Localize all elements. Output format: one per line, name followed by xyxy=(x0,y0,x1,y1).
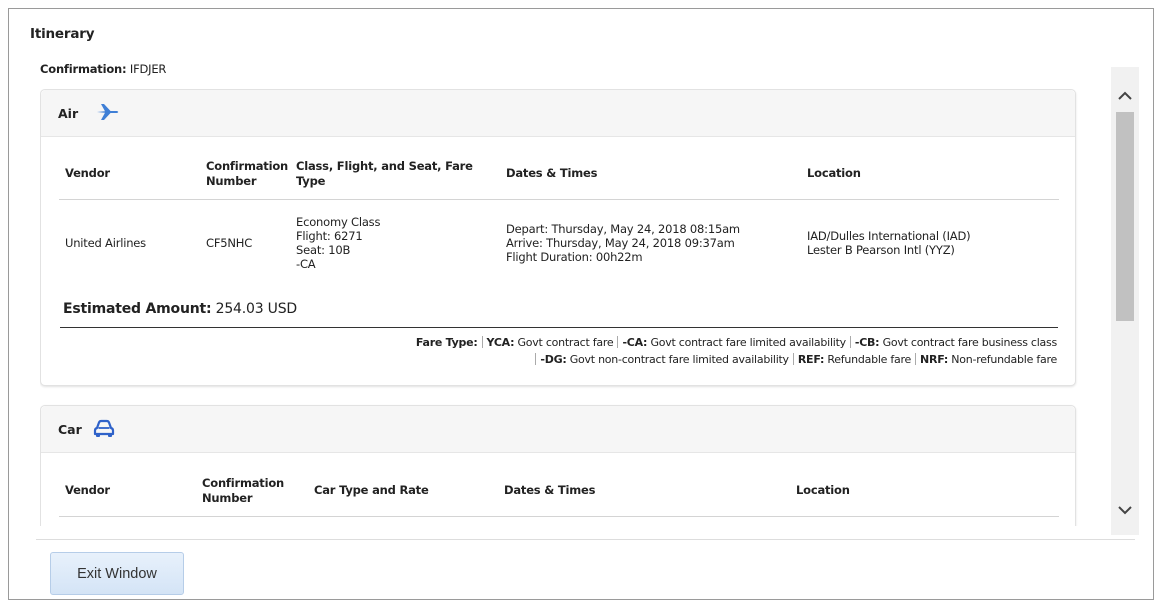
chevron-down-icon xyxy=(1118,506,1132,515)
depart-line: Depart: Thursday, May 24, 2018 08:15am xyxy=(506,221,740,236)
car-section: Car Vendor Confirmation Number Car Type … xyxy=(40,405,1076,526)
table-row: United Airlines CF5NHC Economy Class Fli… xyxy=(59,199,1059,286)
arrive-line: Arrive: Thursday, May 24, 2018 09:37am xyxy=(506,235,735,250)
air-section-header: Air xyxy=(41,90,1075,137)
confirmation-value: IFDJER xyxy=(129,62,167,76)
seat-line: Seat: 10B xyxy=(296,242,351,257)
estimated-amount-label: Estimated Amount: xyxy=(63,301,212,317)
scroll-up-button[interactable] xyxy=(1111,81,1139,111)
col-class-flight-seat: Class, Flight, and Seat, Fare Type xyxy=(290,149,500,200)
fare-code-line: -CA xyxy=(296,256,316,271)
fare-type-legend: Fare Type: YCA: Govt contract fare -CA: Go… xyxy=(416,334,1057,368)
class-cell: Economy Class Flight: 6271 Seat: 10B -CA xyxy=(290,199,500,286)
scroll-down-button[interactable] xyxy=(1111,495,1139,525)
col-confirmation-number: Confirmation Number xyxy=(200,149,290,200)
airplane-icon xyxy=(96,102,120,126)
col-location: Location xyxy=(790,466,1059,517)
confirmation-line: Confirmation: IFDJER xyxy=(40,62,166,76)
estimated-amount-value: 254.03 USD xyxy=(215,301,298,317)
scrollbar-thumb[interactable] xyxy=(1116,112,1134,321)
col-dates-times: Dates & Times xyxy=(500,149,801,200)
car-section-header: Car xyxy=(41,406,1075,453)
fare-legend-line-2: -DG: Govt non-contract fare limited avai… xyxy=(416,351,1057,368)
confirmation-cell: CF5NHC xyxy=(206,235,253,250)
col-vendor: Vendor xyxy=(59,149,200,200)
location-cell: IAD/Dulles International (IAD) Lester B … xyxy=(801,199,1059,286)
origin-line: IAD/Dulles International (IAD) xyxy=(807,228,971,243)
air-table: Vendor Confirmation Number Class, Flight… xyxy=(59,149,1059,286)
destination-line: Lester B Pearson Intl (YYZ) xyxy=(807,242,955,257)
duration-line: Flight Duration: 00h22m xyxy=(506,249,643,264)
fare-type-divider xyxy=(60,327,1058,328)
air-heading: Air xyxy=(58,106,79,121)
col-location: Location xyxy=(801,149,1059,200)
col-car-type-rate: Car Type and Rate xyxy=(308,466,498,517)
car-heading: Car xyxy=(58,422,82,437)
confirmation-label: Confirmation: xyxy=(40,62,127,76)
flight-line: Flight: 6271 xyxy=(296,228,363,243)
col-confirmation-number: Confirmation Number xyxy=(196,466,308,517)
estimated-amount: Estimated Amount: 254.03 USD xyxy=(63,301,297,317)
class-line: Economy Class xyxy=(296,214,381,229)
itinerary-window: Itinerary Confirmation: IFDJER Air Vendo… xyxy=(8,8,1154,600)
col-vendor: Vendor xyxy=(59,466,196,517)
vertical-scrollbar[interactable] xyxy=(1111,67,1139,535)
dates-cell: Depart: Thursday, May 24, 2018 08:15am A… xyxy=(500,199,801,286)
vendor-cell: United Airlines xyxy=(65,235,146,250)
fare-legend-line-1: Fare Type: YCA: Govt contract fare -CA: Go… xyxy=(415,336,1057,349)
page-title: Itinerary xyxy=(30,26,95,42)
air-section: Air Vendor Confirmation Number Class, Fl… xyxy=(40,89,1076,386)
footer-divider xyxy=(36,539,1135,540)
itinerary-scroll-area[interactable]: Air Vendor Confirmation Number Class, Fl… xyxy=(40,89,1080,526)
exit-window-button[interactable]: Exit Window xyxy=(50,552,184,595)
car-icon xyxy=(93,419,115,443)
col-dates-times: Dates & Times xyxy=(498,466,790,517)
car-table: Vendor Confirmation Number Car Type and … xyxy=(59,466,1059,517)
chevron-up-icon xyxy=(1118,91,1132,100)
